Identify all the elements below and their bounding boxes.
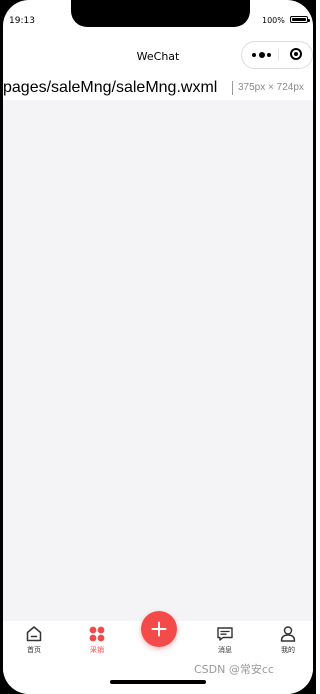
notch	[71, 0, 250, 27]
user-icon	[280, 626, 296, 642]
target-close-icon[interactable]	[290, 48, 302, 60]
phone-screen: 19:13 100% WeChat pages/saleMng/saleMng.…	[3, 0, 313, 694]
device-frame: 19:13 100% WeChat pages/saleMng/saleMng.…	[0, 0, 316, 694]
tab-messages-label: 消息	[218, 646, 232, 654]
status-time: 19:13	[9, 16, 35, 26]
plus-icon	[151, 621, 167, 637]
more-dots-icon[interactable]	[252, 51, 274, 59]
battery-fill	[292, 18, 306, 21]
tab-home[interactable]: 首页	[12, 625, 56, 655]
csdn-watermark: CSDN @常安cc	[194, 663, 274, 676]
home-icon	[26, 626, 42, 642]
tab-home-label: 首页	[27, 646, 41, 654]
capsule-menu	[241, 41, 313, 69]
tab-sales[interactable]: 采销	[75, 625, 119, 655]
tab-profile-label: 我的	[281, 646, 295, 654]
page-content: pages/saleMng/saleMng.wxml 375px × 724px	[3, 78, 313, 621]
path-size-separator	[232, 81, 233, 95]
path-bar: pages/saleMng/saleMng.wxml 375px × 724px	[3, 78, 313, 100]
viewport-size: 375px × 724px	[238, 82, 304, 93]
tab-bar: 首页 采销 消息 我的 CSDN @常安cc	[3, 611, 313, 694]
grid-icon	[89, 626, 105, 642]
capsule-divider	[278, 49, 279, 61]
message-icon	[217, 627, 233, 641]
home-indicator	[110, 680, 206, 684]
battery-percent: 100%	[262, 16, 285, 25]
battery-icon	[290, 16, 310, 23]
tab-messages[interactable]: 消息	[203, 625, 247, 655]
tab-profile[interactable]: 我的	[266, 625, 310, 655]
page-path: pages/saleMng/saleMng.wxml	[3, 79, 218, 96]
tab-sales-label: 采销	[90, 646, 104, 654]
add-button[interactable]	[141, 611, 177, 647]
